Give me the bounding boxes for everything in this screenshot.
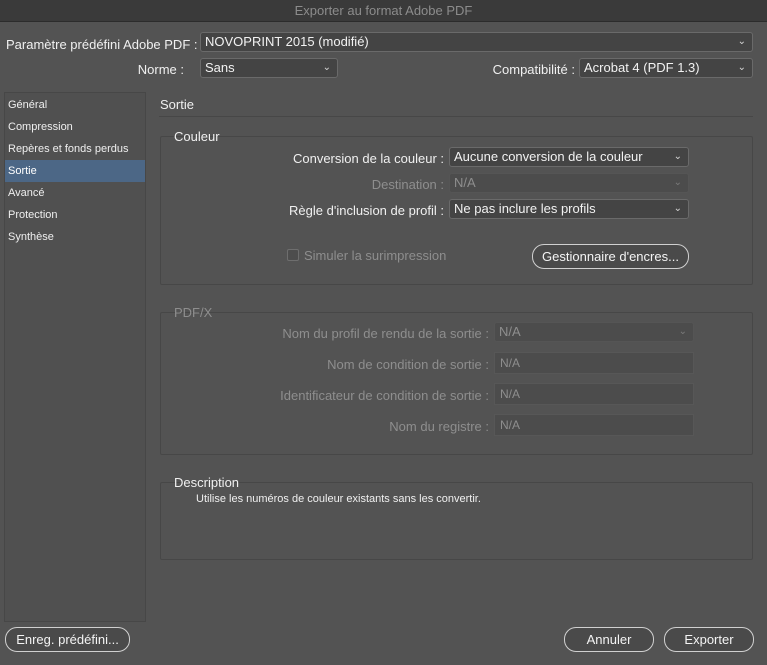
chevron-down-icon: ⌄ [322,62,331,73]
sidebar-item-general[interactable]: Général [5,94,145,116]
pdfx-group-title: PDF/X [174,305,213,320]
preset-value: NOVOPRINT 2015 (modifié) [205,34,369,49]
save-preset-button[interactable]: Enreg. prédéfini... [5,627,130,652]
color-conversion-select[interactable]: Aucune conversion de la couleur ⌄ [449,147,689,167]
destination-label: Destination : [371,177,444,192]
chevron-down-icon: ⌄ [673,177,682,188]
condition-id-label: Identificateur de condition de sortie : [280,388,489,403]
ink-manager-button[interactable]: Gestionnaire d'encres... [532,244,689,269]
destination-value: N/A [454,175,476,190]
condition-id-field[interactable]: N/A [494,383,694,405]
export-button[interactable]: Exporter [664,627,754,652]
preset-select[interactable]: NOVOPRINT 2015 (modifié) ⌄ [200,32,753,52]
overprint-label: Simuler la surimpression [304,248,447,263]
destination-select[interactable]: N/A ⌄ [449,173,689,193]
section-title: Sortie [160,97,194,112]
sidebar-item-summary[interactable]: Synthèse [5,226,145,248]
registry-label: Nom du registre : [389,419,489,434]
condition-name-field[interactable]: N/A [494,352,694,374]
sidebar: Général Compression Repères et fonds per… [4,92,146,622]
chevron-down-icon: ⌄ [678,326,687,337]
compat-value: Acrobat 4 (PDF 1.3) [584,60,700,75]
chevron-down-icon: ⌄ [673,151,682,162]
color-group-title: Couleur [174,129,220,144]
description-title: Description [174,475,240,490]
description-text: Utilise les numéros de couleur existants… [196,493,481,505]
profile-rule-select[interactable]: Ne pas inclure les profils ⌄ [449,199,689,219]
profile-rule-value: Ne pas inclure les profils [454,201,596,216]
window-title: Exporter au format Adobe PDF [0,0,767,22]
color-conversion-value: Aucune conversion de la couleur [454,149,643,164]
norme-label: Norme : [137,62,184,77]
sidebar-item-marks-bleeds[interactable]: Repères et fonds perdus [5,138,145,160]
compat-label: Compatibilité : [492,62,575,77]
output-profile-value: N/A [499,324,521,339]
profile-rule-label: Règle d'inclusion de profil : [289,203,444,218]
norme-select[interactable]: Sans ⌄ [200,58,338,78]
norme-value: Sans [205,60,235,75]
chevron-down-icon: ⌄ [673,203,682,214]
output-profile-label: Nom du profil de rendu de la sortie : [282,326,489,341]
chevron-down-icon: ⌄ [737,36,746,47]
output-profile-select[interactable]: N/A ⌄ [494,322,694,342]
section-divider [159,116,753,117]
sidebar-item-security[interactable]: Protection [5,204,145,226]
preset-label: Paramètre prédéfini Adobe PDF : [6,37,198,52]
sidebar-item-output[interactable]: Sortie [5,160,145,182]
cancel-button[interactable]: Annuler [564,627,654,652]
registry-field[interactable]: N/A [494,414,694,436]
condition-name-label: Nom de condition de sortie : [327,357,489,372]
compat-select[interactable]: Acrobat 4 (PDF 1.3) ⌄ [579,58,753,78]
sidebar-item-advanced[interactable]: Avancé [5,182,145,204]
chevron-down-icon: ⌄ [737,62,746,73]
sidebar-item-compression[interactable]: Compression [5,116,145,138]
color-conversion-label: Conversion de la couleur : [292,151,444,166]
overprint-checkbox[interactable] [287,249,299,261]
